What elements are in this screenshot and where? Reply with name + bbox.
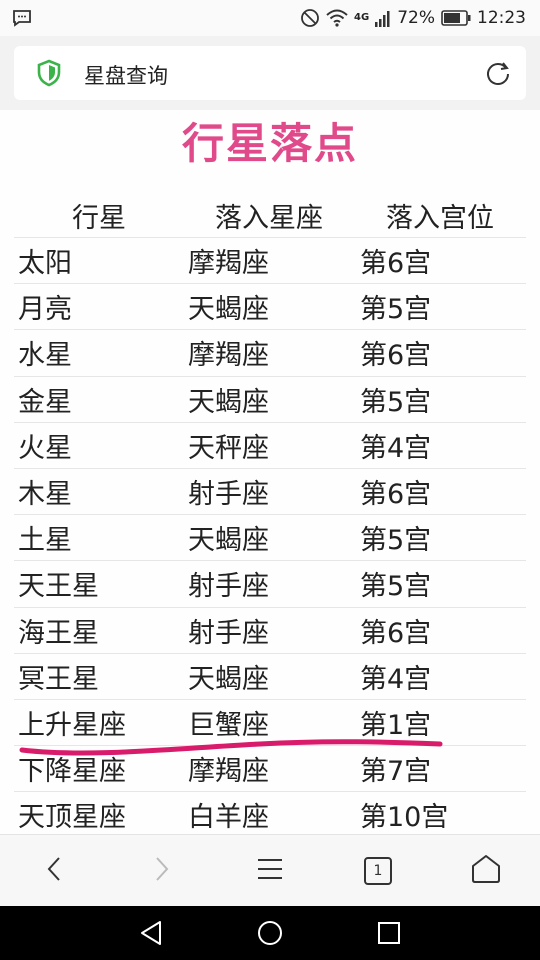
table-row: 下降星座 摩羯座 第7宫 — [14, 746, 526, 793]
network-type-label: 4G — [354, 12, 370, 23]
tab-count: 1 — [373, 863, 383, 879]
house-cell: 第6宫 — [360, 617, 432, 649]
page-title: 行星落点 — [181, 119, 358, 168]
planet-cell: 金星 — [18, 386, 72, 418]
android-back-icon[interactable] — [136, 918, 166, 948]
sign-cell: 射手座 — [188, 479, 269, 511]
status-bar-right: 4G 72% 12:23 — [300, 7, 526, 29]
reload-icon[interactable] — [484, 59, 512, 87]
table-row: 金星 天蝎座 第5宫 — [14, 377, 526, 423]
house-cell: 第5宫 — [360, 571, 432, 603]
planet-cell: 火星 — [18, 432, 72, 464]
table-row: 天王星 射手座 第5宫 — [14, 561, 526, 608]
table-row: 天顶星座 白羊座 第10宫 — [14, 792, 526, 834]
sign-cell: 天蝎座 — [188, 663, 269, 695]
android-home-icon[interactable] — [255, 918, 285, 948]
table-row: 海王星 射手座 第6宫 — [14, 608, 526, 654]
status-bar: 4G 72% 12:23 — [0, 0, 540, 36]
message-icon — [12, 7, 32, 29]
planet-cell: 下降星座 — [18, 756, 126, 788]
address-bar[interactable]: 星盘查询 — [14, 46, 526, 100]
sign-cell: 摩羯座 — [188, 340, 269, 372]
house-cell: 第5宫 — [360, 386, 432, 418]
tabs-button[interactable]: 1 — [356, 849, 400, 893]
header-house: 落入宫位 — [386, 203, 494, 234]
table-row: 冥王星 天蝎座 第4宫 — [14, 654, 526, 700]
menu-button[interactable] — [248, 849, 292, 893]
address-bar-container: 星盘查询 — [0, 36, 540, 110]
mute-icon — [300, 7, 320, 29]
back-icon — [46, 856, 62, 886]
signal-icon — [375, 7, 391, 29]
tabs-icon: 1 — [364, 857, 392, 885]
planet-cell: 月亮 — [18, 294, 72, 326]
table-header: 行星 落入星座 落入宫位 — [14, 194, 526, 238]
home-icon — [470, 854, 502, 888]
house-cell: 第5宫 — [360, 525, 432, 557]
sign-cell: 射手座 — [188, 571, 269, 603]
header-sign: 落入星座 — [215, 203, 323, 234]
forward-button[interactable] — [140, 849, 184, 893]
menu-icon — [256, 857, 284, 885]
house-cell: 第6宫 — [360, 340, 432, 372]
sign-cell: 射手座 — [188, 617, 269, 649]
house-cell: 第7宫 — [360, 756, 432, 788]
battery-percent: 72% — [397, 8, 435, 28]
table-row: 木星 射手座 第6宫 — [14, 469, 526, 516]
planet-cell: 冥王星 — [18, 663, 99, 695]
status-bar-left — [12, 7, 32, 32]
home-button[interactable] — [464, 849, 508, 893]
house-cell: 第10宫 — [360, 802, 449, 834]
system-navigation-bar — [0, 906, 540, 960]
house-cell: 第6宫 — [360, 479, 432, 511]
page-url-title[interactable]: 星盘查询 — [84, 60, 168, 90]
forward-icon — [154, 856, 170, 886]
planet-cell: 水星 — [18, 340, 72, 372]
house-cell: 第6宫 — [360, 248, 432, 280]
planet-cell: 太阳 — [18, 248, 72, 280]
planet-cell: 海王星 — [18, 617, 99, 649]
sign-cell: 天蝎座 — [188, 294, 269, 326]
house-cell: 第4宫 — [360, 663, 432, 695]
table-row: 上升星座 巨蟹座 第1宫 — [14, 700, 526, 747]
page-content: 行星落点 行星 落入星座 落入宫位 太阳 摩羯座 第6宫 月亮 天蝎座 第5宫 … — [0, 110, 540, 834]
sign-cell: 天蝎座 — [188, 386, 269, 418]
table-row: 月亮 天蝎座 第5宫 — [14, 284, 526, 331]
android-recents-icon[interactable] — [374, 918, 404, 948]
house-cell: 第4宫 — [360, 432, 432, 464]
table-row: 土星 天蝎座 第5宫 — [14, 515, 526, 562]
browser-toolbar: 1 — [0, 834, 540, 906]
header-planet: 行星 — [72, 203, 126, 234]
planet-cell: 天王星 — [18, 571, 99, 603]
planet-cell: 天顶星座 — [18, 802, 126, 834]
sign-cell: 摩羯座 — [188, 756, 269, 788]
sign-cell: 白羊座 — [188, 802, 269, 834]
clock: 12:23 — [477, 8, 526, 28]
table-row: 水星 摩羯座 第6宫 — [14, 330, 526, 377]
network-type-icon: 4G — [354, 7, 369, 29]
shield-icon — [36, 59, 62, 87]
planet-cell: 上升星座 — [18, 709, 126, 741]
planet-cell: 木星 — [18, 479, 72, 511]
table-row: 太阳 摩羯座 第6宫 — [14, 238, 526, 285]
battery-icon — [441, 7, 471, 29]
table-row: 火星 天秤座 第4宫 — [14, 423, 526, 469]
sign-cell: 天秤座 — [188, 432, 269, 464]
planet-table: 行星 落入星座 落入宫位 太阳 摩羯座 第6宫 月亮 天蝎座 第5宫 水星 摩羯… — [14, 194, 526, 834]
wifi-icon — [326, 7, 348, 29]
house-cell: 第1宫 — [360, 709, 432, 741]
house-cell: 第5宫 — [360, 294, 432, 326]
sign-cell: 天蝎座 — [188, 525, 269, 557]
back-button[interactable] — [32, 849, 76, 893]
planet-cell: 土星 — [18, 525, 72, 557]
sign-cell: 巨蟹座 — [188, 709, 269, 741]
sign-cell: 摩羯座 — [188, 248, 269, 280]
